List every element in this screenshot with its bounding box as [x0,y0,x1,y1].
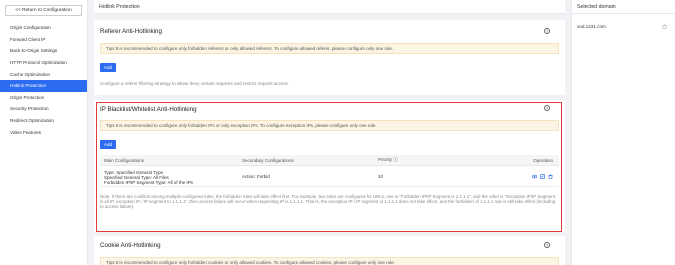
sidebar-item-video-features[interactable]: Video Features [0,126,87,138]
referer-anti-hotlinking-card: Referer Anti-Hotlinking ? Tips:It is rec… [94,20,565,95]
return-to-configuration-button[interactable]: << Return to Configuration [5,5,82,16]
sidebar-item-origin-protection[interactable]: Origin Protection [0,92,87,104]
sidebar-item-http-protocol-optimization[interactable]: HTTP Protocol Optimization [0,57,87,69]
cookie-anti-hotlinking-card: Cookie Anti-Hotlinking ? Tips:It is reco… [94,236,565,265]
selected-domain-panel: Selected domain vod.1231.com [571,0,675,265]
main-content: Hotlink Protection Referer Anti-Hotlinki… [94,0,565,265]
operation-cell [531,174,553,180]
priority-cell: 10 [378,174,384,179]
referer-add-button[interactable]: Add [100,63,116,72]
secondary-configuration-cell: Action: Forbid [242,174,270,179]
column-header-priority: Priority ⓘ [378,157,398,162]
ip-anti-hotlinking-card: IP Blacklist/Whitelist Anti-Hotlinking ?… [94,100,565,232]
ip-tips: Tips:It is recommended to configure only… [100,120,559,131]
sidebar-item-cache-optimization[interactable]: Cache Optimization [0,68,87,80]
referer-tips: Tips:It is recommended to configure only… [100,43,559,54]
sidebar: << Return to Configuration Origin Config… [0,0,88,265]
help-icon[interactable]: ? [544,28,550,34]
column-header-main: Main Configurations [104,157,145,163]
selected-domain-title: Selected domain [572,0,675,14]
ip-add-button[interactable]: Add [100,140,116,149]
edit-icon[interactable] [540,174,545,180]
sidebar-item-forward-client-ip[interactable]: Forward Client IP [0,34,87,46]
sidebar-item-hotlink-protection[interactable]: Hotlink Protection [0,79,87,92]
ip-section-title: IP Blacklist/Whitelist Anti-Hotlinking [100,106,197,113]
sidebar-item-security-protection[interactable]: Security Protection [0,103,87,115]
ip-rules-note: Note: If there are conflicts among multi… [100,194,556,210]
main-config-ip-type: Forbidden IP/IP Segment Type: All of the… [104,180,193,186]
main-configuration-cell: Type: Specified General Type Specified G… [104,170,193,186]
sidebar-item-back-to-origin-settings[interactable]: Back-to-Origin Settings [0,45,87,57]
cookie-section-title: Cookie Anti-Hotlinking [100,242,161,249]
help-icon[interactable]: ? [544,105,550,111]
cookie-tips: Tips:It is recommended to configure only… [100,257,559,265]
delete-icon[interactable] [662,24,667,29]
column-header-secondary: Secondary Configurations [242,157,294,163]
table-row: Type: Specified General Type Specified G… [100,167,559,187]
sidebar-item-origin-configuration[interactable]: Origin Configuration [0,22,87,34]
referer-description: Configure a referer filtering strategy t… [100,81,290,86]
ip-table-header: Main Configurations Secondary Configurat… [100,155,559,166]
referer-section-title: Referer Anti-Hotlinking [100,28,162,35]
view-icon[interactable] [531,174,538,180]
column-header-operation: Operation [533,157,553,163]
delete-icon[interactable] [548,174,553,180]
sidebar-item-redirect-optimization[interactable]: Redirect Optimization [0,115,87,127]
help-icon[interactable]: ? [544,242,550,248]
page-title: Hotlink Protection [94,0,565,14]
selected-domain-item[interactable]: vod.1231.com [577,24,606,29]
